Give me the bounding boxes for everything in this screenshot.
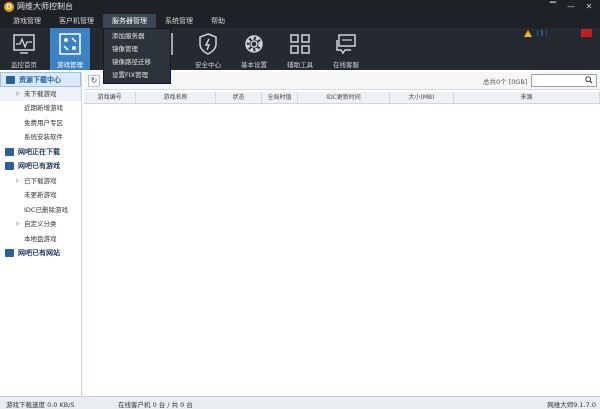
toolbar-support[interactable]: 在线客服 xyxy=(326,28,366,70)
download-speed: 游戏下载速度 0.0 KB/S xyxy=(6,401,75,409)
refresh-icon[interactable]: ↻ xyxy=(88,75,100,87)
column-global-value[interactable]: 全局时值 xyxy=(262,92,298,104)
main-toolbar: 监控首页 游戏管理 理 安全中心 基本设置 辅助工具 在线客服 xyxy=(0,28,600,70)
search-icon[interactable] xyxy=(585,76,593,84)
grid-icon xyxy=(290,34,310,54)
shield-icon xyxy=(199,33,217,55)
sidebar-item-local-disk[interactable]: 本地盘游戏 xyxy=(0,232,81,247)
sidebar-item-system-software[interactable]: 系统安装软件 xyxy=(0,130,81,145)
status-bars: | ‖ | xyxy=(536,29,548,37)
menu-system-manage[interactable]: 系统管理 xyxy=(156,14,202,28)
toolbar-monitor[interactable]: 监控首页 xyxy=(4,28,44,70)
sidebar-item-existing-sites[interactable]: 网吧已有网站 xyxy=(0,246,81,261)
sidebar: 资源下载中心 未下载游戏 近期新增游戏 免费用户专区 系统安装软件 网吧正在下载… xyxy=(0,72,82,396)
menu-client-manage[interactable]: 客户机管理 xyxy=(50,14,103,28)
column-status[interactable]: 状态 xyxy=(216,92,262,104)
sidebar-item-downloading[interactable]: 网吧正在下载 xyxy=(0,145,81,160)
toolbar-security-label: 安全中心 xyxy=(195,61,221,69)
toolbar-settings[interactable]: 基本设置 xyxy=(234,28,274,70)
column-size[interactable]: 大小(MB) xyxy=(390,92,454,104)
close-button[interactable]: ✕ xyxy=(580,0,598,14)
sidebar-item-resource-center[interactable]: 资源下载中心 xyxy=(0,72,81,87)
dropdown-image-path-migrate[interactable]: 镜像路径迁移 xyxy=(104,56,170,68)
column-game-id[interactable]: 游戏编号 xyxy=(84,92,136,104)
total-count: 总共0个 [0GB] xyxy=(483,78,528,86)
folder-icon xyxy=(5,162,14,170)
toolbar-settings-label: 基本设置 xyxy=(241,61,267,69)
title-bar: D 网维大师控制台 ▔ — ✕ xyxy=(0,0,600,14)
menu-help[interactable]: 帮助 xyxy=(202,14,234,28)
home-icon xyxy=(6,76,15,84)
toolbar-tools[interactable]: 辅助工具 xyxy=(280,28,320,70)
column-source[interactable]: 来源 xyxy=(454,92,600,104)
sidebar-item-idc-deleted[interactable]: IDC已删除游戏 xyxy=(0,203,81,218)
dropdown-image-manage[interactable]: 镜像管理 xyxy=(104,43,170,55)
menu-bar: 游戏管理 客户机管理 服务器管理 系统管理 帮助 xyxy=(0,14,600,28)
chat-icon xyxy=(336,34,356,55)
game-table-body xyxy=(84,104,600,396)
toolbar-support-label: 在线客服 xyxy=(333,61,359,69)
minimize-button[interactable]: — xyxy=(562,0,580,14)
menu-server-manage[interactable]: 服务器管理 xyxy=(103,14,156,28)
search-input[interactable] xyxy=(532,75,584,86)
monitor-icon xyxy=(13,34,35,54)
window-title: 网维大师控制台 xyxy=(17,2,73,11)
sidebar-item-existing-games[interactable]: 网吧已有游戏 xyxy=(0,159,81,174)
globe-icon xyxy=(5,249,14,257)
menu-game-manage[interactable]: 游戏管理 xyxy=(4,14,50,28)
sidebar-item-not-updated[interactable]: 未更新游戏 xyxy=(0,188,81,203)
alert-badge-icon[interactable] xyxy=(581,29,592,37)
toolbar-tools-label: 辅助工具 xyxy=(287,61,313,69)
app-logo: D xyxy=(4,2,14,12)
toolbar-game-manage-label: 游戏管理 xyxy=(57,61,83,69)
sidebar-item-custom-category[interactable]: 自定义分类 xyxy=(0,217,81,232)
skin-button[interactable]: ▔ xyxy=(544,0,562,14)
toolbar-security[interactable]: 安全中心 xyxy=(188,28,228,70)
column-idc-update-time[interactable]: IDC更新时间 xyxy=(298,92,390,104)
gear-icon xyxy=(245,35,263,53)
toolbar-game-manage[interactable]: 游戏管理 xyxy=(50,28,90,70)
game-table-header: 游戏编号 游戏名称 状态 全局时值 IDC更新时间 大小(MB) 来源 xyxy=(84,92,600,104)
app-version: 网维大师9.1.7.0 xyxy=(547,401,596,409)
download-icon xyxy=(5,147,14,156)
dropdown-fix-manage[interactable]: 设置FIX管理 xyxy=(104,69,170,81)
online-clients: 在线客户机 0 台 / 共 0 台 xyxy=(118,401,193,409)
sidebar-item-free-zone[interactable]: 免费用户专区 xyxy=(0,116,81,131)
column-game-name[interactable]: 游戏名称 xyxy=(136,92,216,104)
status-bar: 游戏下载速度 0.0 KB/S 在线客户机 0 台 / 共 0 台 网维大师9.… xyxy=(0,396,600,409)
dropdown-add-server[interactable]: 添加服务器 xyxy=(104,30,170,42)
sidebar-item-downloaded[interactable]: 已下载游戏 xyxy=(0,174,81,189)
search-box[interactable] xyxy=(531,74,597,87)
sidebar-item-recent-new[interactable]: 近期新增游戏 xyxy=(0,101,81,116)
status-indicators: | ‖ | xyxy=(524,28,592,38)
window-controls: ▔ — ✕ xyxy=(544,0,598,14)
gamepad-icon xyxy=(59,33,81,55)
toolbar-monitor-label: 监控首页 xyxy=(11,61,37,69)
warning-icon[interactable] xyxy=(524,29,533,37)
sidebar-item-not-downloaded[interactable]: 未下载游戏 xyxy=(0,86,81,101)
server-manage-dropdown: 添加服务器 镜像管理 镜像路径迁移 设置FIX管理 xyxy=(103,28,171,84)
